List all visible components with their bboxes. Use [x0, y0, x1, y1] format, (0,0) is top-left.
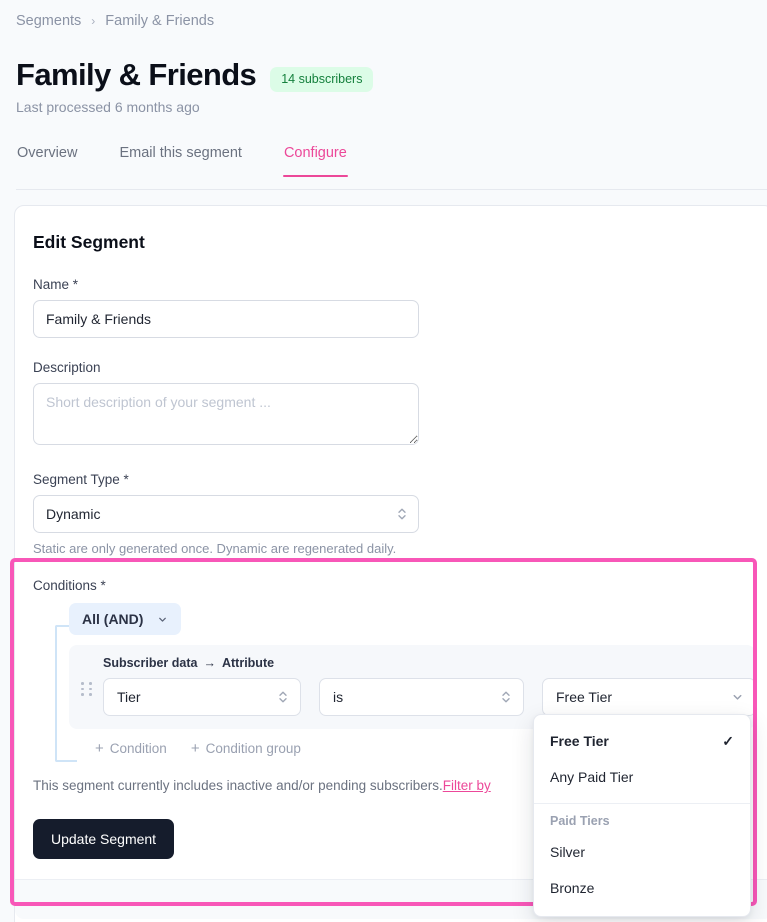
breadcrumb: Segments › Family & Friends	[16, 13, 214, 29]
tab-configure[interactable]: Configure	[282, 142, 348, 177]
condition-attribute-value: Tier	[117, 689, 141, 705]
dropdown-option-free-tier[interactable]: Free Tier ✓	[534, 723, 750, 759]
segment-type-help: Static are only generated once. Dynamic …	[33, 541, 397, 556]
chevron-right-icon: ›	[91, 14, 96, 28]
status-badge: 14 subscribers	[270, 66, 374, 92]
dropdown-option-label: Any Paid Tier	[550, 769, 634, 785]
dropdown-option-bronze[interactable]: Bronze	[534, 870, 750, 906]
field-segment-type: Segment Type * Dynamic Static are only g…	[33, 472, 755, 556]
add-condition-group-button[interactable]: + Condition group	[191, 741, 301, 756]
condition-controls: Tier is Free Tier	[103, 678, 756, 716]
add-condition-label: Condition	[109, 741, 167, 756]
condition-source-label: Subscriber data	[103, 656, 198, 670]
dropdown-divider	[534, 803, 750, 804]
condition-content: Subscriber data → Attribute Tier is Free…	[103, 656, 756, 716]
breadcrumb-link-segments[interactable]: Segments	[16, 13, 81, 29]
tab-overview[interactable]: Overview	[16, 142, 78, 176]
note-text: This segment currently includes inactive…	[33, 778, 443, 793]
segment-type-value: Dynamic	[46, 506, 101, 522]
segment-type-select[interactable]: Dynamic	[33, 495, 419, 533]
name-label: Name *	[33, 277, 79, 292]
chevron-down-icon	[159, 617, 167, 622]
condition-value-text: Free Tier	[556, 689, 613, 705]
stepper-updown-icon	[502, 691, 510, 703]
condition-attribute-select[interactable]: Tier	[103, 678, 301, 716]
chevron-down-icon	[733, 694, 742, 700]
page-title: Family & Friends	[16, 57, 257, 92]
stepper-updown-icon	[279, 691, 287, 703]
condition-target-label: Attribute	[221, 656, 275, 670]
segment-type-select-wrap: Dynamic	[33, 495, 419, 533]
tab-bar: Overview Email this segment Configure	[0, 142, 767, 190]
page-header: Family & Friends 14 subscribers	[16, 57, 374, 92]
dropdown-group-label: Paid Tiers	[550, 814, 610, 828]
name-input[interactable]	[33, 300, 419, 338]
check-icon: ✓	[722, 732, 734, 749]
condition-value-select[interactable]: Free Tier	[542, 678, 756, 716]
dropdown-option-silver[interactable]: Silver	[534, 834, 750, 870]
dropdown-option-label: Silver	[550, 844, 586, 860]
tablist: Overview Email this segment Configure	[16, 142, 348, 177]
description-label: Description	[33, 360, 101, 375]
match-type-label: All (AND)	[82, 611, 144, 627]
page-root: Segments › Family & Friends Family & Fri…	[0, 0, 767, 922]
card-title: Edit Segment	[33, 232, 145, 252]
page-subtitle: Last processed 6 months ago	[16, 99, 200, 115]
drag-handle-icon[interactable]	[81, 682, 93, 696]
dropdown-option-any-paid-tier[interactable]: Any Paid Tier	[534, 759, 750, 795]
dropdown-option-label: Bronze	[550, 880, 595, 896]
segment-type-label: Segment Type *	[33, 472, 129, 487]
description-textarea[interactable]	[33, 383, 419, 445]
tab-bar-divider	[16, 189, 767, 190]
arrow-right-icon: →	[203, 656, 216, 670]
conditions-label: Conditions *	[33, 578, 106, 593]
condition-operator-select[interactable]: is	[319, 678, 524, 716]
condition-operator-value: is	[333, 689, 344, 705]
update-segment-button[interactable]: Update Segment	[33, 819, 175, 859]
field-description: Description	[33, 360, 755, 450]
filter-by-link[interactable]: Filter by	[443, 778, 491, 793]
tab-email-this-segment[interactable]: Email this segment	[118, 142, 243, 176]
stepper-updown-icon	[398, 508, 406, 520]
add-condition-group-label: Condition group	[205, 741, 301, 756]
add-condition-button[interactable]: + Condition	[95, 741, 167, 756]
dropdown-option-label: Free Tier	[550, 733, 609, 749]
field-name: Name *	[33, 277, 755, 338]
breadcrumb-current: Family & Friends	[105, 13, 215, 29]
match-type-button[interactable]: All (AND)	[69, 603, 182, 635]
condition-kicker: Subscriber data → Attribute	[103, 656, 756, 670]
plus-icon: +	[95, 740, 104, 757]
plus-icon: +	[190, 740, 200, 757]
tier-dropdown-menu: Free Tier ✓ Any Paid Tier Paid Tiers Sil…	[533, 714, 751, 917]
